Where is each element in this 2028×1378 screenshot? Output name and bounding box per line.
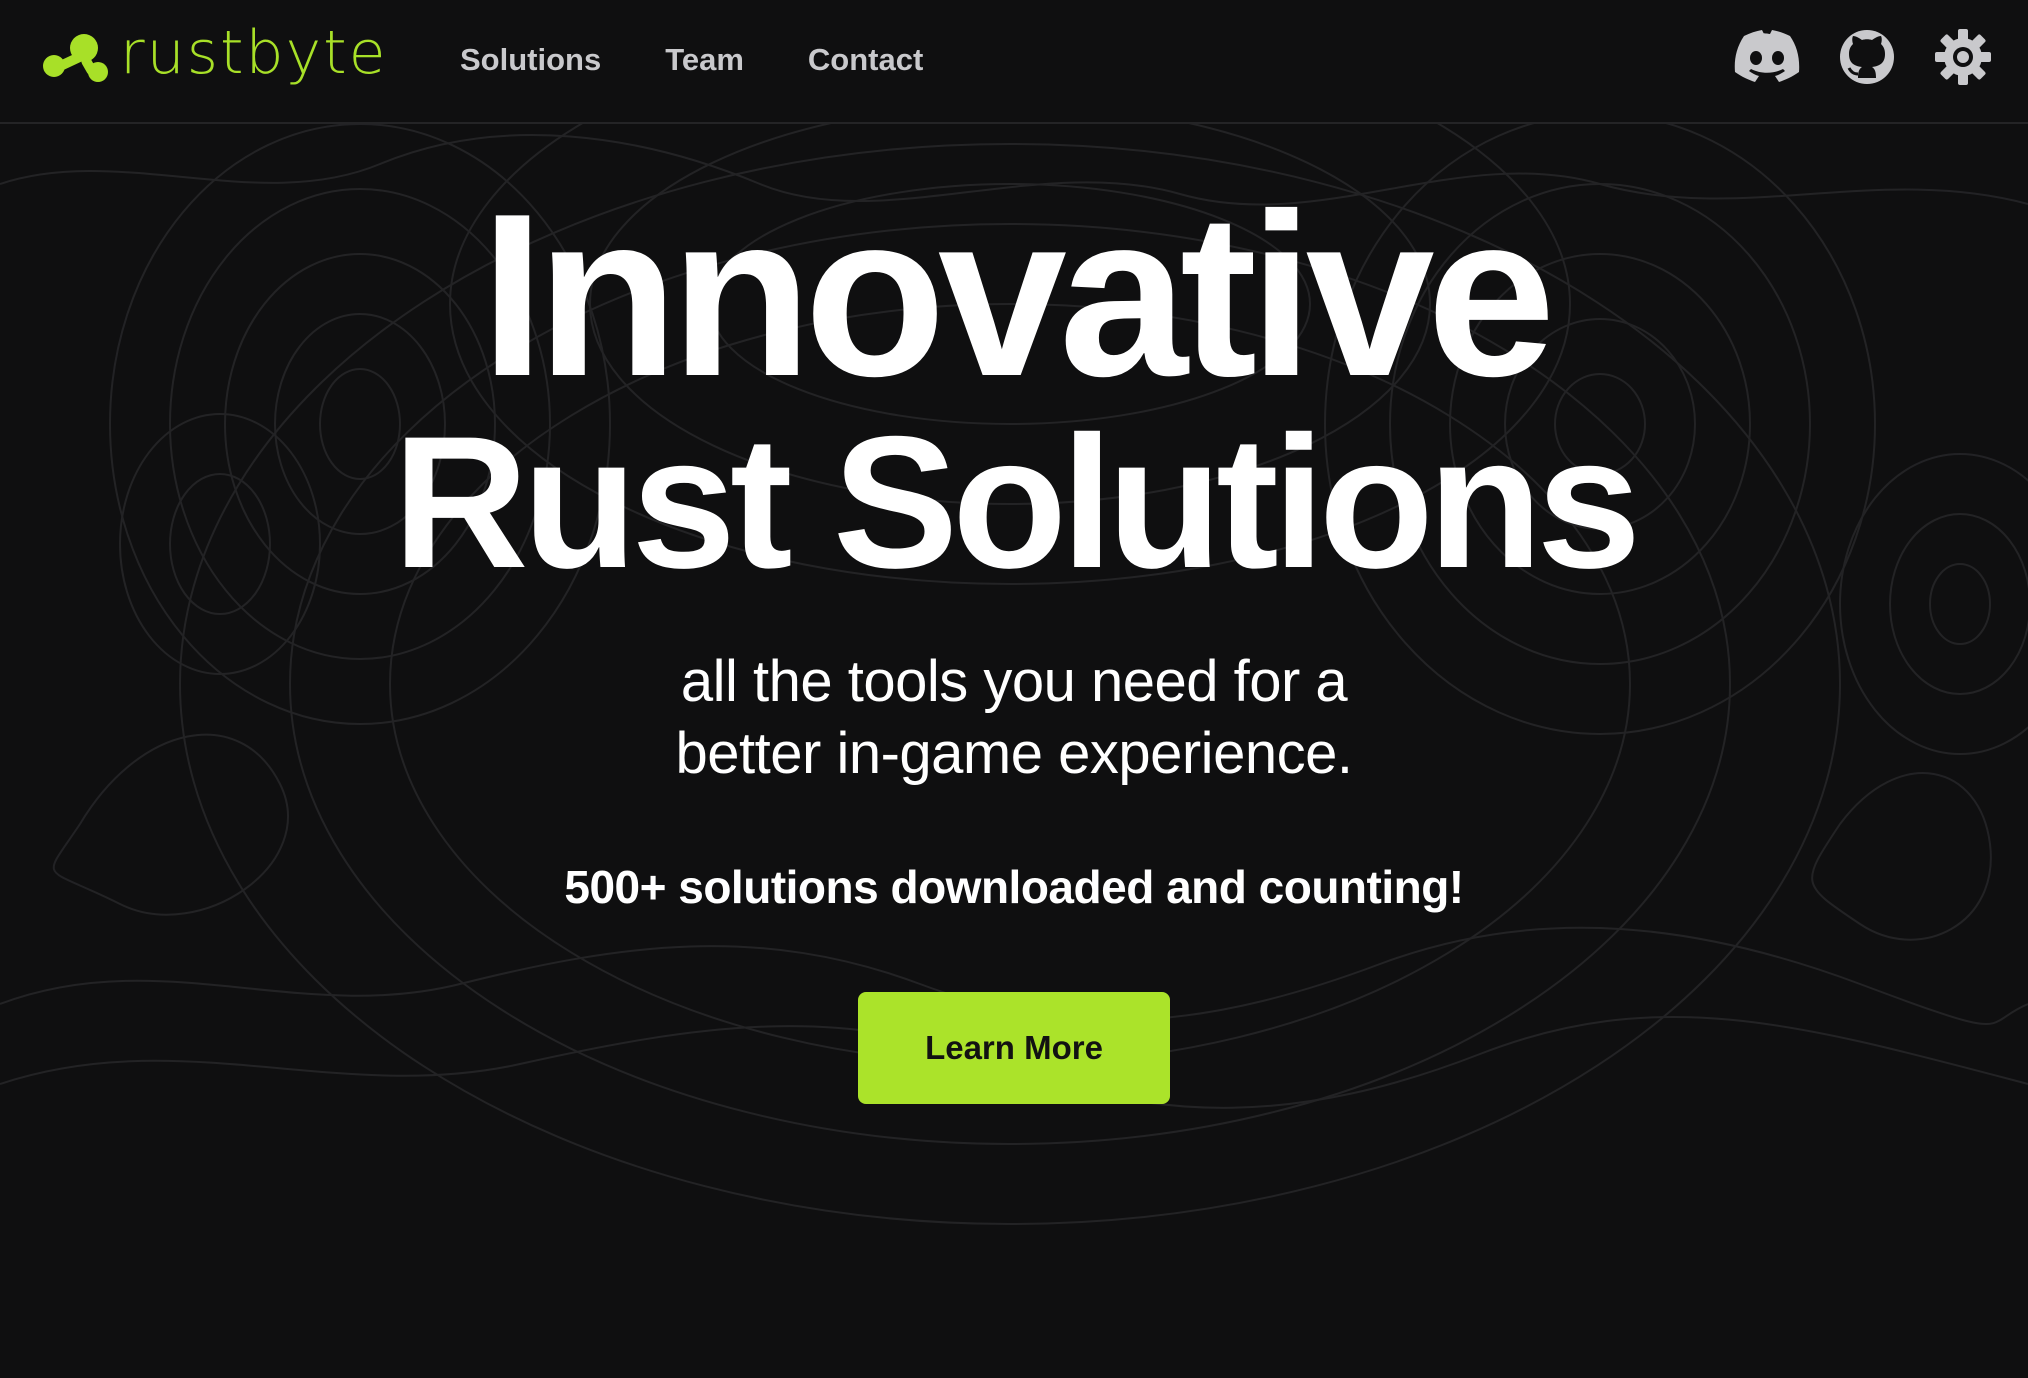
- page: rustbyte Solutions Team Contact Innovati…: [0, 0, 2028, 1378]
- molecule-logo-icon: [43, 34, 108, 82]
- brand-logo-link[interactable]: rustbyte: [40, 18, 388, 98]
- hero-title-line-1: Innovative: [480, 166, 1555, 425]
- gear-icon[interactable]: [1934, 28, 1992, 86]
- downloads-stat: 500+ solutions downloaded and counting!: [564, 861, 1464, 913]
- hero-subtitle-line-2: better in-game experience.: [675, 721, 1353, 786]
- nav-link-solutions[interactable]: Solutions: [460, 36, 601, 84]
- nav-link-contact[interactable]: Contact: [808, 36, 923, 84]
- discord-icon[interactable]: [1734, 30, 1800, 84]
- brand-name: rustbyte: [120, 18, 388, 88]
- learn-more-button[interactable]: Learn More: [858, 992, 1170, 1104]
- hero-subtitle: all the tools you need for a better in-g…: [564, 646, 1464, 790]
- hero-subtitle-line-1: all the tools you need for a: [680, 649, 1348, 714]
- hero-title-line-2: Rust Solutions: [392, 397, 1641, 607]
- nav-icon-group: [1734, 28, 1992, 86]
- github-icon[interactable]: [1838, 28, 1896, 86]
- hero-title: Innovative Rust Solutions: [0, 166, 2028, 607]
- main-nav: Solutions Team Contact: [460, 36, 987, 84]
- top-navbar: rustbyte Solutions Team Contact: [0, 0, 2028, 124]
- nav-link-team[interactable]: Team: [665, 36, 744, 84]
- hero-section: Innovative Rust Solutions all the tools …: [0, 124, 2028, 1104]
